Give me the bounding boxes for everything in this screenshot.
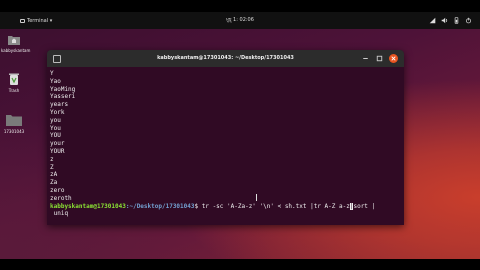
- terminal-line: zero: [50, 186, 65, 194]
- terminal-output[interactable]: Y Yao YaoMing Yasseri years York you You YOU your…: [47, 67, 404, 218]
- prompt-path: :~/Desktop/17301043: [125, 202, 195, 210]
- app-menu[interactable]: Terminal ▾: [20, 18, 52, 24]
- terminal-line: Yasseri: [50, 93, 76, 101]
- power-menu-icon[interactable]: [465, 17, 472, 24]
- system-tray[interactable]: [429, 12, 472, 29]
- command-wrap-line: uniq: [50, 210, 69, 218]
- terminal-line: years: [50, 101, 69, 109]
- terminal-line: You: [50, 124, 61, 132]
- mouse-pointer: [256, 194, 257, 201]
- desktop-icon-label: kabbyskantam: [1, 48, 31, 53]
- prompt-line: kabbyskantam@17301043:~/Desktop/17301043…: [50, 202, 404, 211]
- top-bar: Terminal ▾ মুহূ 1: 02:06: [0, 12, 480, 29]
- prompt-sign: $: [194, 202, 202, 210]
- window-headerbar[interactable]: kabbyskantam@17301043: ~/Desktop/1730104…: [47, 50, 404, 67]
- terminal-line: zA: [50, 171, 58, 179]
- terminal-line: your: [50, 140, 65, 148]
- terminal-line: Yao: [50, 77, 61, 85]
- terminal-window[interactable]: kabbyskantam@17301043: ~/Desktop/1730104…: [47, 50, 404, 225]
- command-text: tr -sc 'A-Za-z' '\n' < sh.txt |tr A-Z a-…: [201, 202, 350, 210]
- terminal-line: you: [50, 116, 61, 124]
- desktop-icon-label: Trash: [8, 88, 20, 93]
- close-button[interactable]: [389, 54, 398, 63]
- output-lines: Y Yao YaoMing Yasseri years York you You YOU your…: [50, 70, 404, 203]
- prompt-user: kabbyskantam@17301043: [50, 202, 126, 210]
- command-text-after: sort |: [353, 202, 376, 210]
- terminal-line: zeroth: [50, 194, 72, 202]
- trash-icon: [9, 73, 19, 85]
- volume-icon[interactable]: [441, 17, 448, 24]
- terminal-line: z: [50, 155, 54, 163]
- terminal-line: YOUR: [50, 147, 65, 155]
- terminal-line: YOU: [50, 132, 61, 140]
- app-menu-label: Terminal ▾: [27, 17, 53, 24]
- screen-bottom-border: [0, 259, 480, 270]
- folder-icon: [6, 115, 22, 126]
- terminal-line: YaoMing: [50, 85, 76, 93]
- terminal-icon: [20, 18, 25, 23]
- home-folder-icon: [8, 36, 20, 45]
- terminal-line: Y: [50, 70, 54, 77]
- desktop-icon-home[interactable]: kabbyskantam: [1, 34, 31, 53]
- activities-button[interactable]: [0, 12, 20, 29]
- desktop-icon-label: 17301043: [3, 129, 25, 134]
- minimize-button[interactable]: [361, 54, 370, 63]
- maximize-button[interactable]: [375, 54, 384, 63]
- window-title: kabbyskantam@17301043: ~/Desktop/1730104…: [157, 55, 294, 61]
- terminal-line: York: [50, 108, 65, 116]
- battery-icon[interactable]: [453, 17, 460, 24]
- desktop-icon-folder[interactable]: 17301043: [1, 113, 27, 134]
- terminal-line: Z: [50, 163, 54, 171]
- desktop-icon-trash[interactable]: Trash: [1, 72, 27, 93]
- clock[interactable]: মুহূ 1: 02:06: [0, 17, 480, 25]
- network-icon[interactable]: [429, 17, 436, 24]
- terminal-line: Za: [50, 179, 58, 187]
